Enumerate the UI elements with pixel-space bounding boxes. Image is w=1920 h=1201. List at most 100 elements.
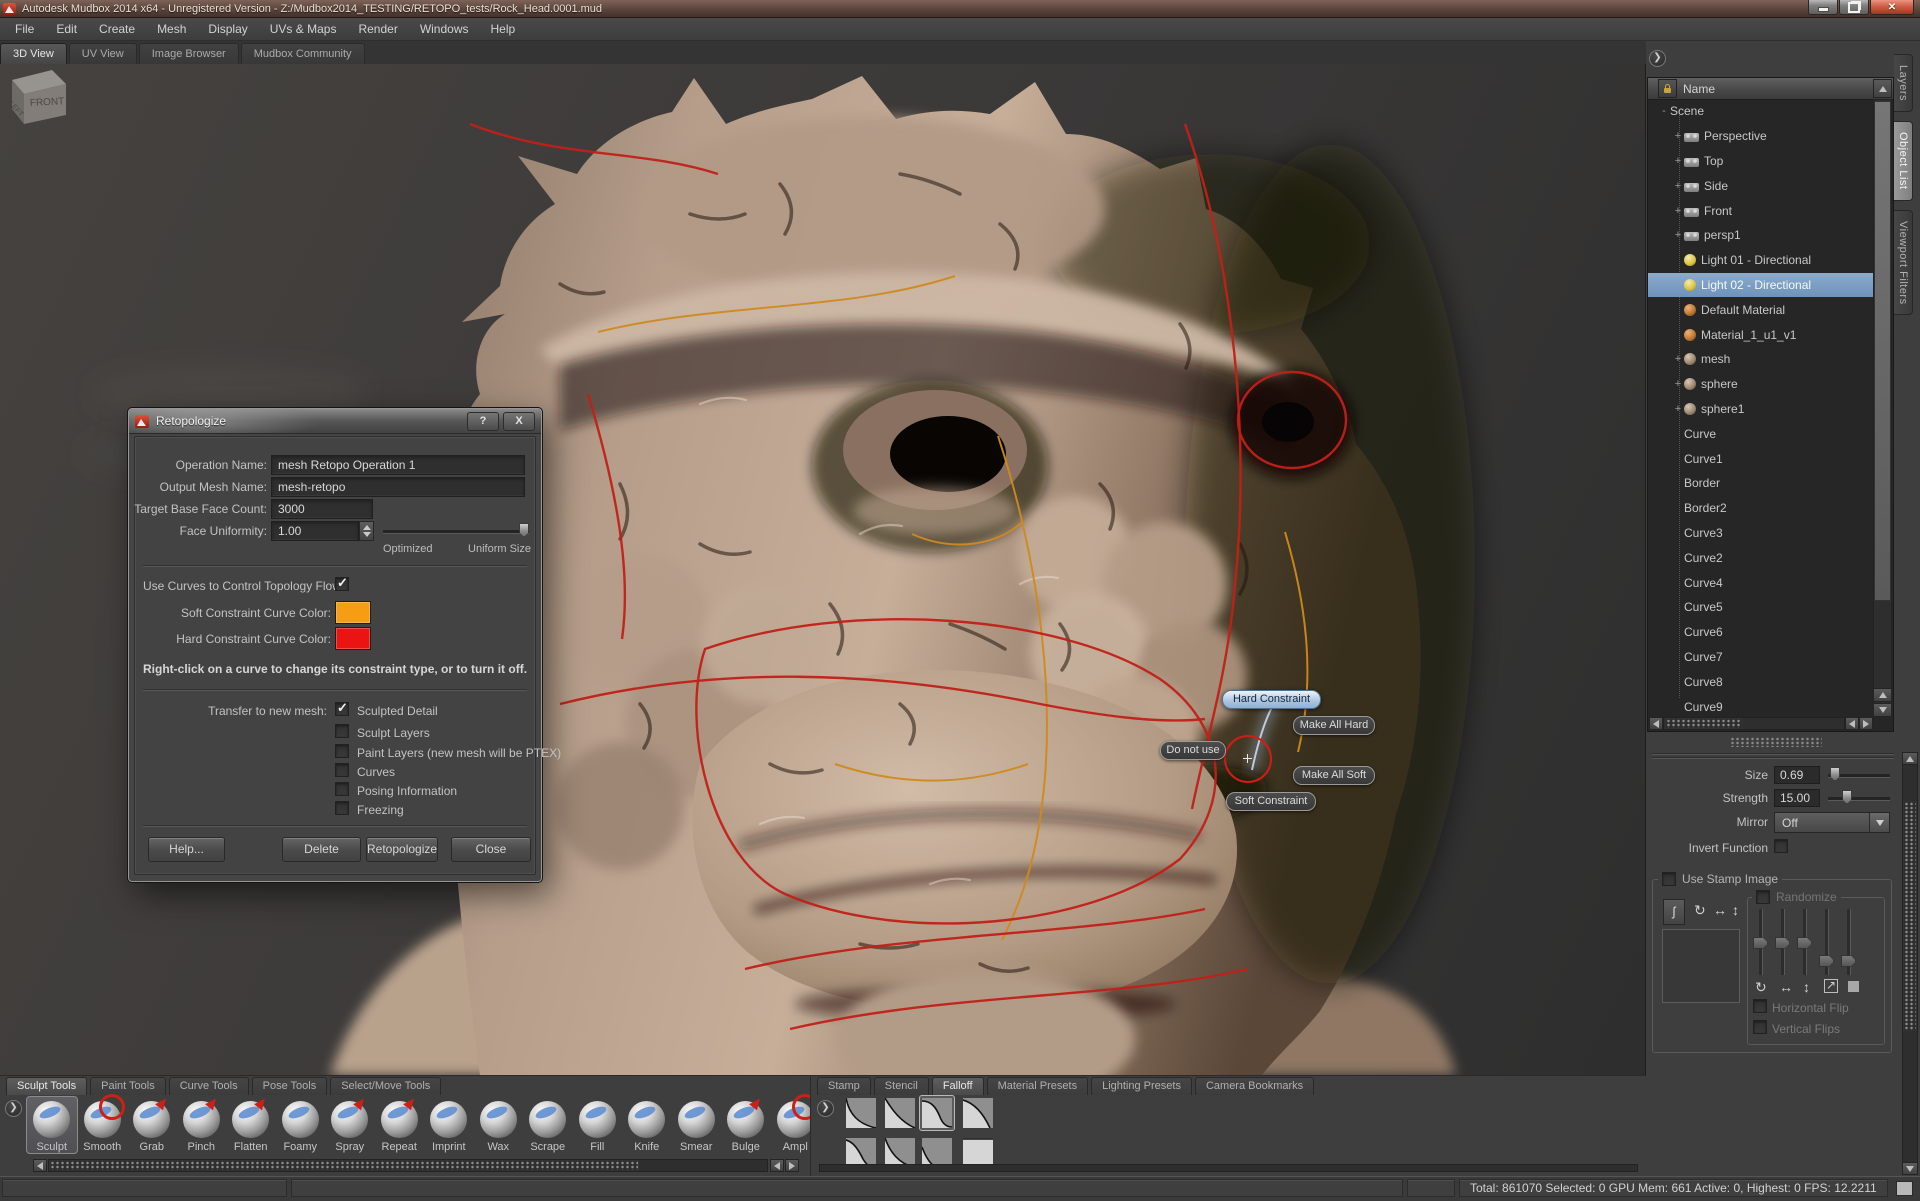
side-tab-object-list[interactable]: Object List	[1894, 121, 1913, 200]
tree-row-mesh[interactable]: mesh	[1648, 347, 1873, 372]
transfer-posing-checkbox[interactable]	[335, 782, 349, 796]
transfer-curves-checkbox[interactable]	[335, 763, 349, 777]
menu-windows[interactable]: Windows	[409, 22, 480, 36]
restore-button[interactable]	[1839, 0, 1869, 15]
tree-row-light[interactable]: Light 01 - Directional	[1648, 248, 1873, 273]
tree-scroll-up2[interactable]	[1873, 688, 1892, 702]
window-titlebar[interactable]: Autodesk Mudbox 2014 x64 - Unregistered …	[0, 0, 1920, 18]
tab-falloff[interactable]: Falloff	[932, 1077, 984, 1095]
tab-camera-bookmarks[interactable]: Camera Bookmarks	[1195, 1077, 1314, 1095]
tree-row-curve[interactable]: Border	[1648, 471, 1873, 496]
collapse-icon[interactable]	[1658, 105, 1670, 117]
marking-menu-make-all-hard[interactable]: Make All Hard	[1293, 716, 1375, 735]
tab-curve-tools[interactable]: Curve Tools	[169, 1077, 249, 1095]
tool-scrollbar-thumb[interactable]	[49, 1160, 639, 1171]
expand-icon[interactable]	[1672, 229, 1684, 241]
tree-row-curve[interactable]: Curve	[1648, 421, 1873, 446]
dialog-close-button[interactable]: X	[503, 412, 535, 431]
marking-menu-make-all-soft[interactable]: Make All Soft	[1293, 766, 1375, 785]
menu-edit[interactable]: Edit	[45, 22, 88, 36]
menu-render[interactable]: Render	[347, 22, 408, 36]
mirror-dropdown[interactable]: Off	[1774, 812, 1890, 833]
close-dialog-button[interactable]: Close	[451, 837, 531, 862]
expand-icon[interactable]	[1672, 378, 1684, 390]
tool-fill[interactable]: Fill	[573, 1096, 623, 1154]
transfer-freezing-checkbox[interactable]	[335, 801, 349, 815]
tree-scroll-up[interactable]	[1873, 79, 1892, 98]
tree-row-curve[interactable]: Border2	[1648, 496, 1873, 521]
falloff-preset-1[interactable]	[844, 1096, 878, 1130]
expand-icon[interactable]	[1672, 205, 1684, 217]
expand-icon[interactable]	[1672, 130, 1684, 142]
tab-paint-tools[interactable]: Paint Tools	[90, 1077, 166, 1095]
tool-scroll-left[interactable]	[33, 1159, 47, 1172]
tool-grab[interactable]: Grab	[127, 1096, 177, 1154]
face-uniformity-input[interactable]: 1.00	[271, 521, 359, 541]
tree-row-curve[interactable]: Curve9	[1648, 694, 1873, 717]
tool-sculpt[interactable]: Sculpt	[26, 1096, 78, 1154]
tree-row-curve[interactable]: Curve1	[1648, 446, 1873, 471]
menu-help[interactable]: Help	[480, 22, 527, 36]
tree-row-curve[interactable]: Curve5	[1648, 595, 1873, 620]
retopologize-dialog[interactable]: Retopologize ? X Operation Name: mesh Re…	[128, 408, 542, 882]
tool-smear[interactable]: Smear	[672, 1096, 722, 1154]
properties-scroll-up[interactable]	[1902, 752, 1918, 765]
tab-sculpt-tools[interactable]: Sculpt Tools	[6, 1077, 87, 1095]
side-tab-layers[interactable]: Layers	[1894, 54, 1913, 112]
tree-row-material[interactable]: Material_1_u1_v1	[1648, 322, 1873, 347]
tool-bulge[interactable]: Bulge	[721, 1096, 771, 1154]
randomize-checkbox[interactable]	[1756, 890, 1770, 904]
size-value[interactable]: 0.69	[1774, 766, 1820, 784]
operation-name-input[interactable]: mesh Retopo Operation 1	[271, 455, 525, 475]
falloff-preset-2[interactable]	[883, 1096, 917, 1130]
marking-menu-do-not-use[interactable]: Do not use	[1160, 741, 1226, 760]
horizontal-flip-checkbox[interactable]	[1753, 999, 1767, 1013]
tab-stencil[interactable]: Stencil	[874, 1077, 929, 1095]
expand-icon[interactable]	[1672, 155, 1684, 167]
randomize-scale-icon[interactable]: ↗	[1824, 979, 1838, 993]
randomize-square-icon[interactable]	[1848, 981, 1859, 992]
panel-expander-icon[interactable]: ❯	[1649, 50, 1666, 67]
dialog-help-button[interactable]: ?	[467, 412, 499, 431]
side-tab-viewport-filters[interactable]: Viewport Filters	[1894, 210, 1913, 316]
transfer-sculpted-detail-checkbox[interactable]	[335, 702, 349, 716]
tool-scroll-left2[interactable]	[770, 1159, 784, 1172]
tab-image-browser[interactable]: Image Browser	[139, 43, 239, 64]
tab-stamp[interactable]: Stamp	[817, 1077, 871, 1095]
tree-row-material[interactable]: Default Material	[1648, 297, 1873, 322]
strength-slider-handle[interactable]	[1842, 790, 1852, 804]
view-cube[interactable]: FRONT LEFT	[0, 64, 72, 128]
tree-row-camera[interactable]: Side	[1648, 173, 1873, 198]
stamp-rotate-icon[interactable]: ↻	[1694, 902, 1706, 919]
menu-mesh[interactable]: Mesh	[146, 22, 197, 36]
falloff-preset-3-selected[interactable]	[920, 1096, 954, 1130]
tool-foamy[interactable]: Foamy	[276, 1096, 326, 1154]
tree-hscrollbar-thumb[interactable]	[1665, 718, 1743, 729]
properties-scroll-down[interactable]	[1902, 1162, 1918, 1175]
soft-constraint-color-swatch[interactable]	[335, 601, 371, 624]
expand-icon[interactable]	[1672, 180, 1684, 192]
output-mesh-name-input[interactable]: mesh-retopo	[271, 477, 525, 497]
menu-uvs-maps[interactable]: UVs & Maps	[259, 22, 348, 36]
tool-smooth[interactable]: Smooth	[78, 1096, 128, 1154]
target-face-count-input[interactable]: 3000	[271, 499, 373, 519]
tree-row-curve[interactable]: Curve2	[1648, 545, 1873, 570]
preset-scrollbar[interactable]	[819, 1164, 1638, 1172]
marking-menu-soft-constraint[interactable]: Soft Constraint	[1226, 792, 1316, 811]
tab-3d-view[interactable]: 3D View	[0, 43, 67, 64]
tool-repeat[interactable]: Repeat	[375, 1096, 425, 1154]
tab-uv-view[interactable]: UV View	[69, 43, 137, 64]
tree-row-curve[interactable]: Curve7	[1648, 645, 1873, 670]
randomize-hrange-icon[interactable]: ↔	[1779, 979, 1793, 995]
tree-row-curve[interactable]: Curve6	[1648, 620, 1873, 645]
tree-row-scene[interactable]: Scene	[1648, 99, 1873, 124]
hard-constraint-color-swatch[interactable]	[335, 627, 371, 650]
tab-lighting-presets[interactable]: Lighting Presets	[1091, 1077, 1192, 1095]
tool-spray[interactable]: Spray	[325, 1096, 375, 1154]
tree-row-camera[interactable]: Perspective	[1648, 124, 1873, 149]
tree-row-light-selected[interactable]: Light 02 - Directional	[1648, 273, 1873, 298]
tool-imprint[interactable]: Imprint	[424, 1096, 474, 1154]
use-curves-checkbox[interactable]	[335, 577, 349, 591]
size-slider-handle[interactable]	[1830, 767, 1840, 781]
tree-scroll-right[interactable]	[1859, 717, 1873, 730]
